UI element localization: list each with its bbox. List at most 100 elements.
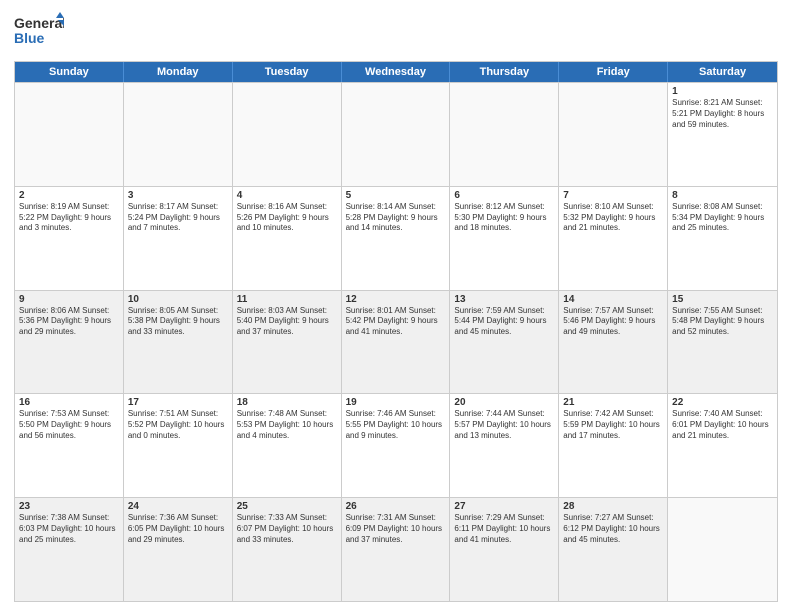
calendar-cell-3-6: 22Sunrise: 7:40 AM Sunset: 6:01 PM Dayli… [668, 394, 777, 497]
calendar-cell-1-4: 6Sunrise: 8:12 AM Sunset: 5:30 PM Daylig… [450, 187, 559, 290]
page: General Blue SundayMondayTuesdayWednesda… [0, 0, 792, 612]
calendar-cell-3-0: 16Sunrise: 7:53 AM Sunset: 5:50 PM Dayli… [15, 394, 124, 497]
weekday-header-saturday: Saturday [668, 62, 777, 82]
weekday-header-thursday: Thursday [450, 62, 559, 82]
calendar-cell-0-0 [15, 83, 124, 186]
cell-info: Sunrise: 8:19 AM Sunset: 5:22 PM Dayligh… [19, 202, 119, 234]
day-number: 23 [19, 501, 119, 512]
day-number: 7 [563, 190, 663, 201]
calendar-row-1: 2Sunrise: 8:19 AM Sunset: 5:22 PM Daylig… [15, 186, 777, 290]
day-number: 14 [563, 294, 663, 305]
logo: General Blue [14, 10, 64, 55]
calendar-cell-2-0: 9Sunrise: 8:06 AM Sunset: 5:36 PM Daylig… [15, 291, 124, 394]
calendar-cell-0-1 [124, 83, 233, 186]
day-number: 9 [19, 294, 119, 305]
cell-info: Sunrise: 7:53 AM Sunset: 5:50 PM Dayligh… [19, 409, 119, 441]
weekday-header-wednesday: Wednesday [342, 62, 451, 82]
day-number: 21 [563, 397, 663, 408]
calendar-row-0: 1Sunrise: 8:21 AM Sunset: 5:21 PM Daylig… [15, 82, 777, 186]
cell-info: Sunrise: 8:01 AM Sunset: 5:42 PM Dayligh… [346, 306, 446, 338]
cell-info: Sunrise: 7:33 AM Sunset: 6:07 PM Dayligh… [237, 513, 337, 545]
cell-info: Sunrise: 8:16 AM Sunset: 5:26 PM Dayligh… [237, 202, 337, 234]
calendar-cell-3-2: 18Sunrise: 7:48 AM Sunset: 5:53 PM Dayli… [233, 394, 342, 497]
calendar-cell-3-1: 17Sunrise: 7:51 AM Sunset: 5:52 PM Dayli… [124, 394, 233, 497]
calendar-cell-4-6 [668, 498, 777, 601]
calendar-row-3: 16Sunrise: 7:53 AM Sunset: 5:50 PM Dayli… [15, 393, 777, 497]
cell-info: Sunrise: 7:55 AM Sunset: 5:48 PM Dayligh… [672, 306, 773, 338]
day-number: 12 [346, 294, 446, 305]
cell-info: Sunrise: 7:51 AM Sunset: 5:52 PM Dayligh… [128, 409, 228, 441]
day-number: 2 [19, 190, 119, 201]
cell-info: Sunrise: 8:08 AM Sunset: 5:34 PM Dayligh… [672, 202, 773, 234]
calendar-cell-2-6: 15Sunrise: 7:55 AM Sunset: 5:48 PM Dayli… [668, 291, 777, 394]
calendar-cell-0-6: 1Sunrise: 8:21 AM Sunset: 5:21 PM Daylig… [668, 83, 777, 186]
calendar-cell-4-4: 27Sunrise: 7:29 AM Sunset: 6:11 PM Dayli… [450, 498, 559, 601]
cell-info: Sunrise: 8:17 AM Sunset: 5:24 PM Dayligh… [128, 202, 228, 234]
day-number: 6 [454, 190, 554, 201]
cell-info: Sunrise: 7:29 AM Sunset: 6:11 PM Dayligh… [454, 513, 554, 545]
cell-info: Sunrise: 8:12 AM Sunset: 5:30 PM Dayligh… [454, 202, 554, 234]
day-number: 11 [237, 294, 337, 305]
day-number: 18 [237, 397, 337, 408]
weekday-header-tuesday: Tuesday [233, 62, 342, 82]
cell-info: Sunrise: 8:21 AM Sunset: 5:21 PM Dayligh… [672, 98, 773, 130]
day-number: 19 [346, 397, 446, 408]
calendar-cell-1-5: 7Sunrise: 8:10 AM Sunset: 5:32 PM Daylig… [559, 187, 668, 290]
cell-info: Sunrise: 8:10 AM Sunset: 5:32 PM Dayligh… [563, 202, 663, 234]
calendar-cell-0-2 [233, 83, 342, 186]
day-number: 28 [563, 501, 663, 512]
weekday-header-friday: Friday [559, 62, 668, 82]
calendar-cell-2-1: 10Sunrise: 8:05 AM Sunset: 5:38 PM Dayli… [124, 291, 233, 394]
cell-info: Sunrise: 7:38 AM Sunset: 6:03 PM Dayligh… [19, 513, 119, 545]
cell-info: Sunrise: 7:46 AM Sunset: 5:55 PM Dayligh… [346, 409, 446, 441]
calendar-cell-1-1: 3Sunrise: 8:17 AM Sunset: 5:24 PM Daylig… [124, 187, 233, 290]
day-number: 16 [19, 397, 119, 408]
cell-info: Sunrise: 8:05 AM Sunset: 5:38 PM Dayligh… [128, 306, 228, 338]
calendar-cell-0-5 [559, 83, 668, 186]
cell-info: Sunrise: 7:27 AM Sunset: 6:12 PM Dayligh… [563, 513, 663, 545]
calendar-cell-1-6: 8Sunrise: 8:08 AM Sunset: 5:34 PM Daylig… [668, 187, 777, 290]
logo-area: General Blue [14, 10, 64, 55]
day-number: 20 [454, 397, 554, 408]
day-number: 1 [672, 86, 773, 97]
calendar-header: SundayMondayTuesdayWednesdayThursdayFrid… [15, 62, 777, 82]
calendar-cell-1-2: 4Sunrise: 8:16 AM Sunset: 5:26 PM Daylig… [233, 187, 342, 290]
day-number: 13 [454, 294, 554, 305]
calendar-cell-4-5: 28Sunrise: 7:27 AM Sunset: 6:12 PM Dayli… [559, 498, 668, 601]
cell-info: Sunrise: 7:36 AM Sunset: 6:05 PM Dayligh… [128, 513, 228, 545]
day-number: 15 [672, 294, 773, 305]
day-number: 17 [128, 397, 228, 408]
calendar-cell-3-5: 21Sunrise: 7:42 AM Sunset: 5:59 PM Dayli… [559, 394, 668, 497]
calendar: SundayMondayTuesdayWednesdayThursdayFrid… [14, 61, 778, 602]
calendar-body: 1Sunrise: 8:21 AM Sunset: 5:21 PM Daylig… [15, 82, 777, 601]
day-number: 27 [454, 501, 554, 512]
day-number: 4 [237, 190, 337, 201]
svg-text:Blue: Blue [14, 30, 45, 46]
calendar-cell-0-4 [450, 83, 559, 186]
cell-info: Sunrise: 7:48 AM Sunset: 5:53 PM Dayligh… [237, 409, 337, 441]
calendar-cell-4-3: 26Sunrise: 7:31 AM Sunset: 6:09 PM Dayli… [342, 498, 451, 601]
header: General Blue [14, 10, 778, 55]
cell-info: Sunrise: 8:06 AM Sunset: 5:36 PM Dayligh… [19, 306, 119, 338]
cell-info: Sunrise: 7:59 AM Sunset: 5:44 PM Dayligh… [454, 306, 554, 338]
calendar-cell-2-3: 12Sunrise: 8:01 AM Sunset: 5:42 PM Dayli… [342, 291, 451, 394]
day-number: 3 [128, 190, 228, 201]
calendar-cell-2-5: 14Sunrise: 7:57 AM Sunset: 5:46 PM Dayli… [559, 291, 668, 394]
calendar-cell-4-2: 25Sunrise: 7:33 AM Sunset: 6:07 PM Dayli… [233, 498, 342, 601]
day-number: 26 [346, 501, 446, 512]
calendar-row-2: 9Sunrise: 8:06 AM Sunset: 5:36 PM Daylig… [15, 290, 777, 394]
day-number: 25 [237, 501, 337, 512]
calendar-cell-2-2: 11Sunrise: 8:03 AM Sunset: 5:40 PM Dayli… [233, 291, 342, 394]
cell-info: Sunrise: 8:03 AM Sunset: 5:40 PM Dayligh… [237, 306, 337, 338]
calendar-cell-4-1: 24Sunrise: 7:36 AM Sunset: 6:05 PM Dayli… [124, 498, 233, 601]
calendar-cell-3-3: 19Sunrise: 7:46 AM Sunset: 5:55 PM Dayli… [342, 394, 451, 497]
cell-info: Sunrise: 7:40 AM Sunset: 6:01 PM Dayligh… [672, 409, 773, 441]
cell-info: Sunrise: 8:14 AM Sunset: 5:28 PM Dayligh… [346, 202, 446, 234]
calendar-row-4: 23Sunrise: 7:38 AM Sunset: 6:03 PM Dayli… [15, 497, 777, 601]
day-number: 5 [346, 190, 446, 201]
cell-info: Sunrise: 7:44 AM Sunset: 5:57 PM Dayligh… [454, 409, 554, 441]
weekday-header-sunday: Sunday [15, 62, 124, 82]
calendar-cell-3-4: 20Sunrise: 7:44 AM Sunset: 5:57 PM Dayli… [450, 394, 559, 497]
cell-info: Sunrise: 7:57 AM Sunset: 5:46 PM Dayligh… [563, 306, 663, 338]
day-number: 22 [672, 397, 773, 408]
